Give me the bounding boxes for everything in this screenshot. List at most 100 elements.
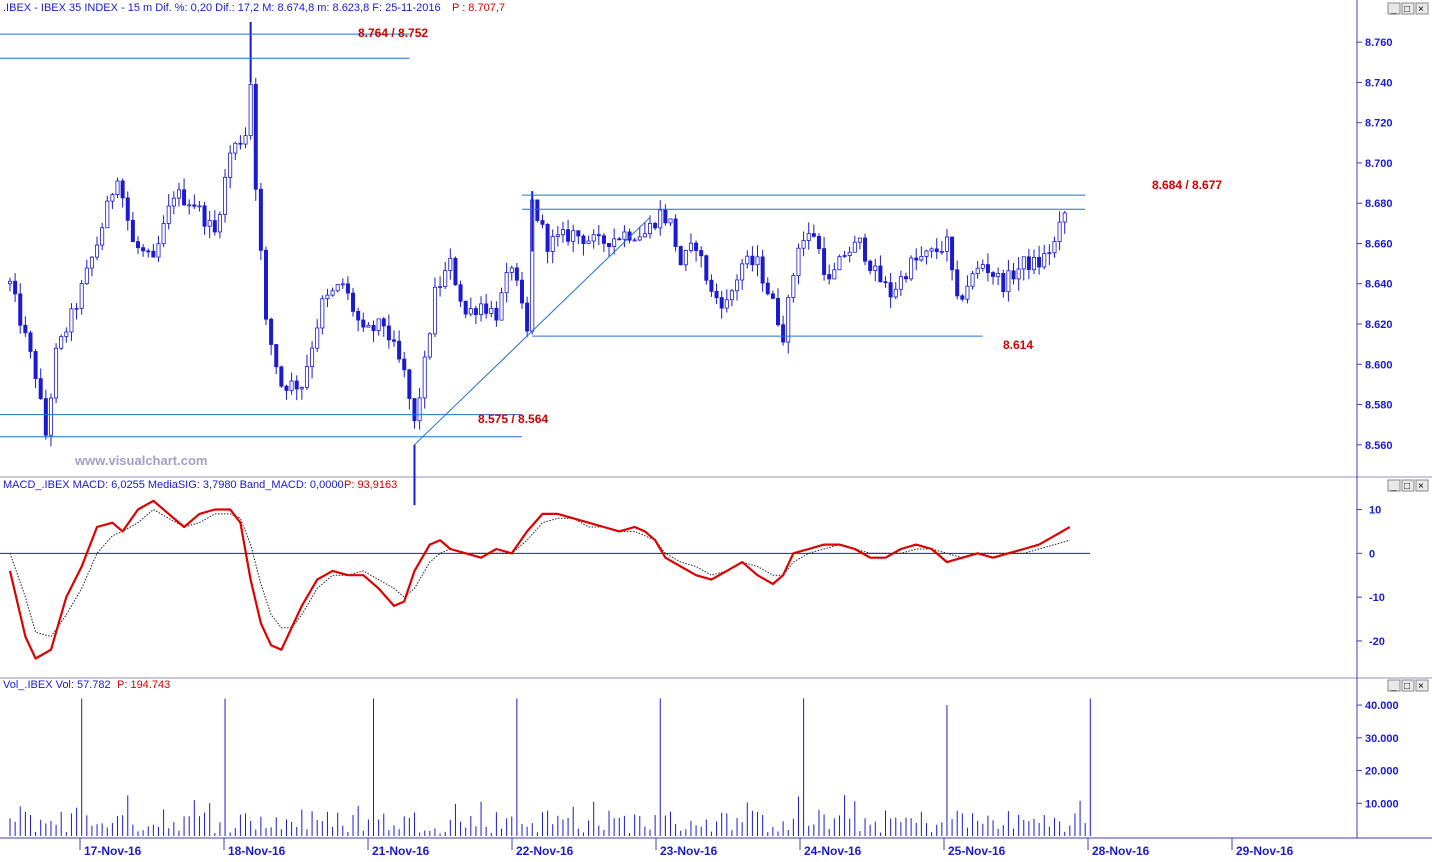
price-candle [135, 241, 140, 249]
volume-last-value: P: 194.743 [117, 679, 170, 691]
price-candle [622, 231, 627, 240]
price-candle [397, 340, 402, 360]
x-date-label: 29-Nov-16 [1236, 844, 1294, 857]
price-candle [540, 220, 545, 225]
price-candle [591, 234, 596, 242]
price-candle [822, 248, 827, 275]
price-candle [299, 387, 304, 390]
price-candle [816, 235, 821, 249]
price-candle [929, 248, 934, 252]
price-candle [391, 339, 396, 342]
price-candle [187, 204, 192, 207]
price-candle [43, 398, 48, 436]
price-candle [535, 199, 540, 221]
price-candle [258, 188, 263, 251]
price-candle [110, 194, 115, 202]
price-candle [719, 297, 724, 309]
price-candle [704, 255, 709, 281]
price-candle [217, 214, 222, 233]
price-candle [688, 242, 693, 251]
price-candle [64, 331, 69, 337]
price-candle [525, 302, 530, 332]
volume-y-tick-label: 40.000 [1365, 700, 1399, 712]
price-candle [1032, 257, 1037, 271]
price-candle [1011, 270, 1016, 280]
price-candle [919, 256, 924, 261]
price-candle [1037, 257, 1042, 268]
price-candle [776, 297, 781, 326]
price-candle [386, 325, 391, 341]
price-pane-buttons: _ □ × [1387, 2, 1429, 15]
price-candle [770, 293, 775, 299]
price-candle [294, 380, 299, 390]
price-candle [504, 272, 509, 294]
price-candle [863, 237, 868, 262]
price-candle [509, 267, 514, 273]
price-candle [202, 205, 207, 227]
price-candle [422, 356, 427, 399]
price-candle [38, 378, 43, 399]
price-candle [617, 238, 622, 241]
maximize-icon: □ [1404, 681, 1410, 692]
price-candle [596, 234, 601, 237]
price-candle [120, 180, 125, 199]
price-candle [852, 241, 857, 253]
price-candle [473, 308, 478, 316]
price-candle [878, 265, 883, 283]
price-candle [765, 282, 770, 295]
annotation-low: 8.575 / 8.564 [478, 412, 548, 426]
price-candle [673, 218, 678, 247]
minimize-icon: _ [1390, 4, 1397, 15]
price-candle [417, 397, 422, 422]
price-header: .IBEX - IBEX 35 INDEX - 15 m Dif. %: 0,2… [3, 2, 441, 14]
price-candle [750, 255, 755, 266]
price-candle [1052, 241, 1057, 254]
price-candle [340, 283, 345, 286]
price-candle [125, 197, 130, 221]
minimize-icon: _ [1390, 681, 1397, 692]
minimize-icon: _ [1390, 481, 1397, 492]
price-candle [479, 303, 484, 316]
price-candle [171, 197, 176, 207]
macd-signal-line [9, 508, 1070, 638]
price-candle [59, 336, 64, 349]
price-candle [146, 250, 151, 253]
volume-y-tick-label: 20.000 [1365, 766, 1399, 778]
price-candle [356, 310, 361, 321]
price-candle [253, 84, 258, 190]
price-candle [683, 250, 688, 266]
price-candle [560, 229, 565, 236]
close-icon: × [1418, 681, 1424, 692]
price-candle [520, 279, 525, 304]
price-candle [893, 288, 898, 298]
price-candle [69, 308, 74, 333]
price-candle [668, 218, 673, 224]
price-candle [939, 250, 944, 253]
price-y-tick-label: 8.680 [1365, 198, 1393, 210]
price-candle [970, 273, 975, 287]
price-candle [381, 318, 386, 327]
price-candle [975, 267, 980, 275]
price-candle [141, 247, 146, 252]
price-y-tick-label: 8.560 [1365, 440, 1393, 452]
price-candle [95, 244, 100, 258]
price-candle [955, 269, 960, 297]
x-date-label: 28-Nov-16 [1092, 844, 1150, 857]
price-candle [832, 269, 837, 280]
price-candle [842, 255, 847, 257]
watermark: www.visualchart.com [74, 453, 207, 468]
price-candle [1042, 253, 1047, 268]
price-candle [581, 235, 586, 244]
price-candle [438, 286, 443, 288]
price-candle [924, 250, 929, 257]
price-candle [176, 189, 181, 199]
price-candle [985, 264, 990, 273]
price-candle [1026, 256, 1031, 271]
price-candle [909, 257, 914, 280]
price-candle [315, 327, 320, 349]
price-candle [699, 250, 704, 257]
macd-last-value: P: 93,9163 [344, 479, 397, 491]
price-candle [724, 299, 729, 309]
price-candle [361, 319, 366, 328]
price-candle [837, 256, 842, 271]
